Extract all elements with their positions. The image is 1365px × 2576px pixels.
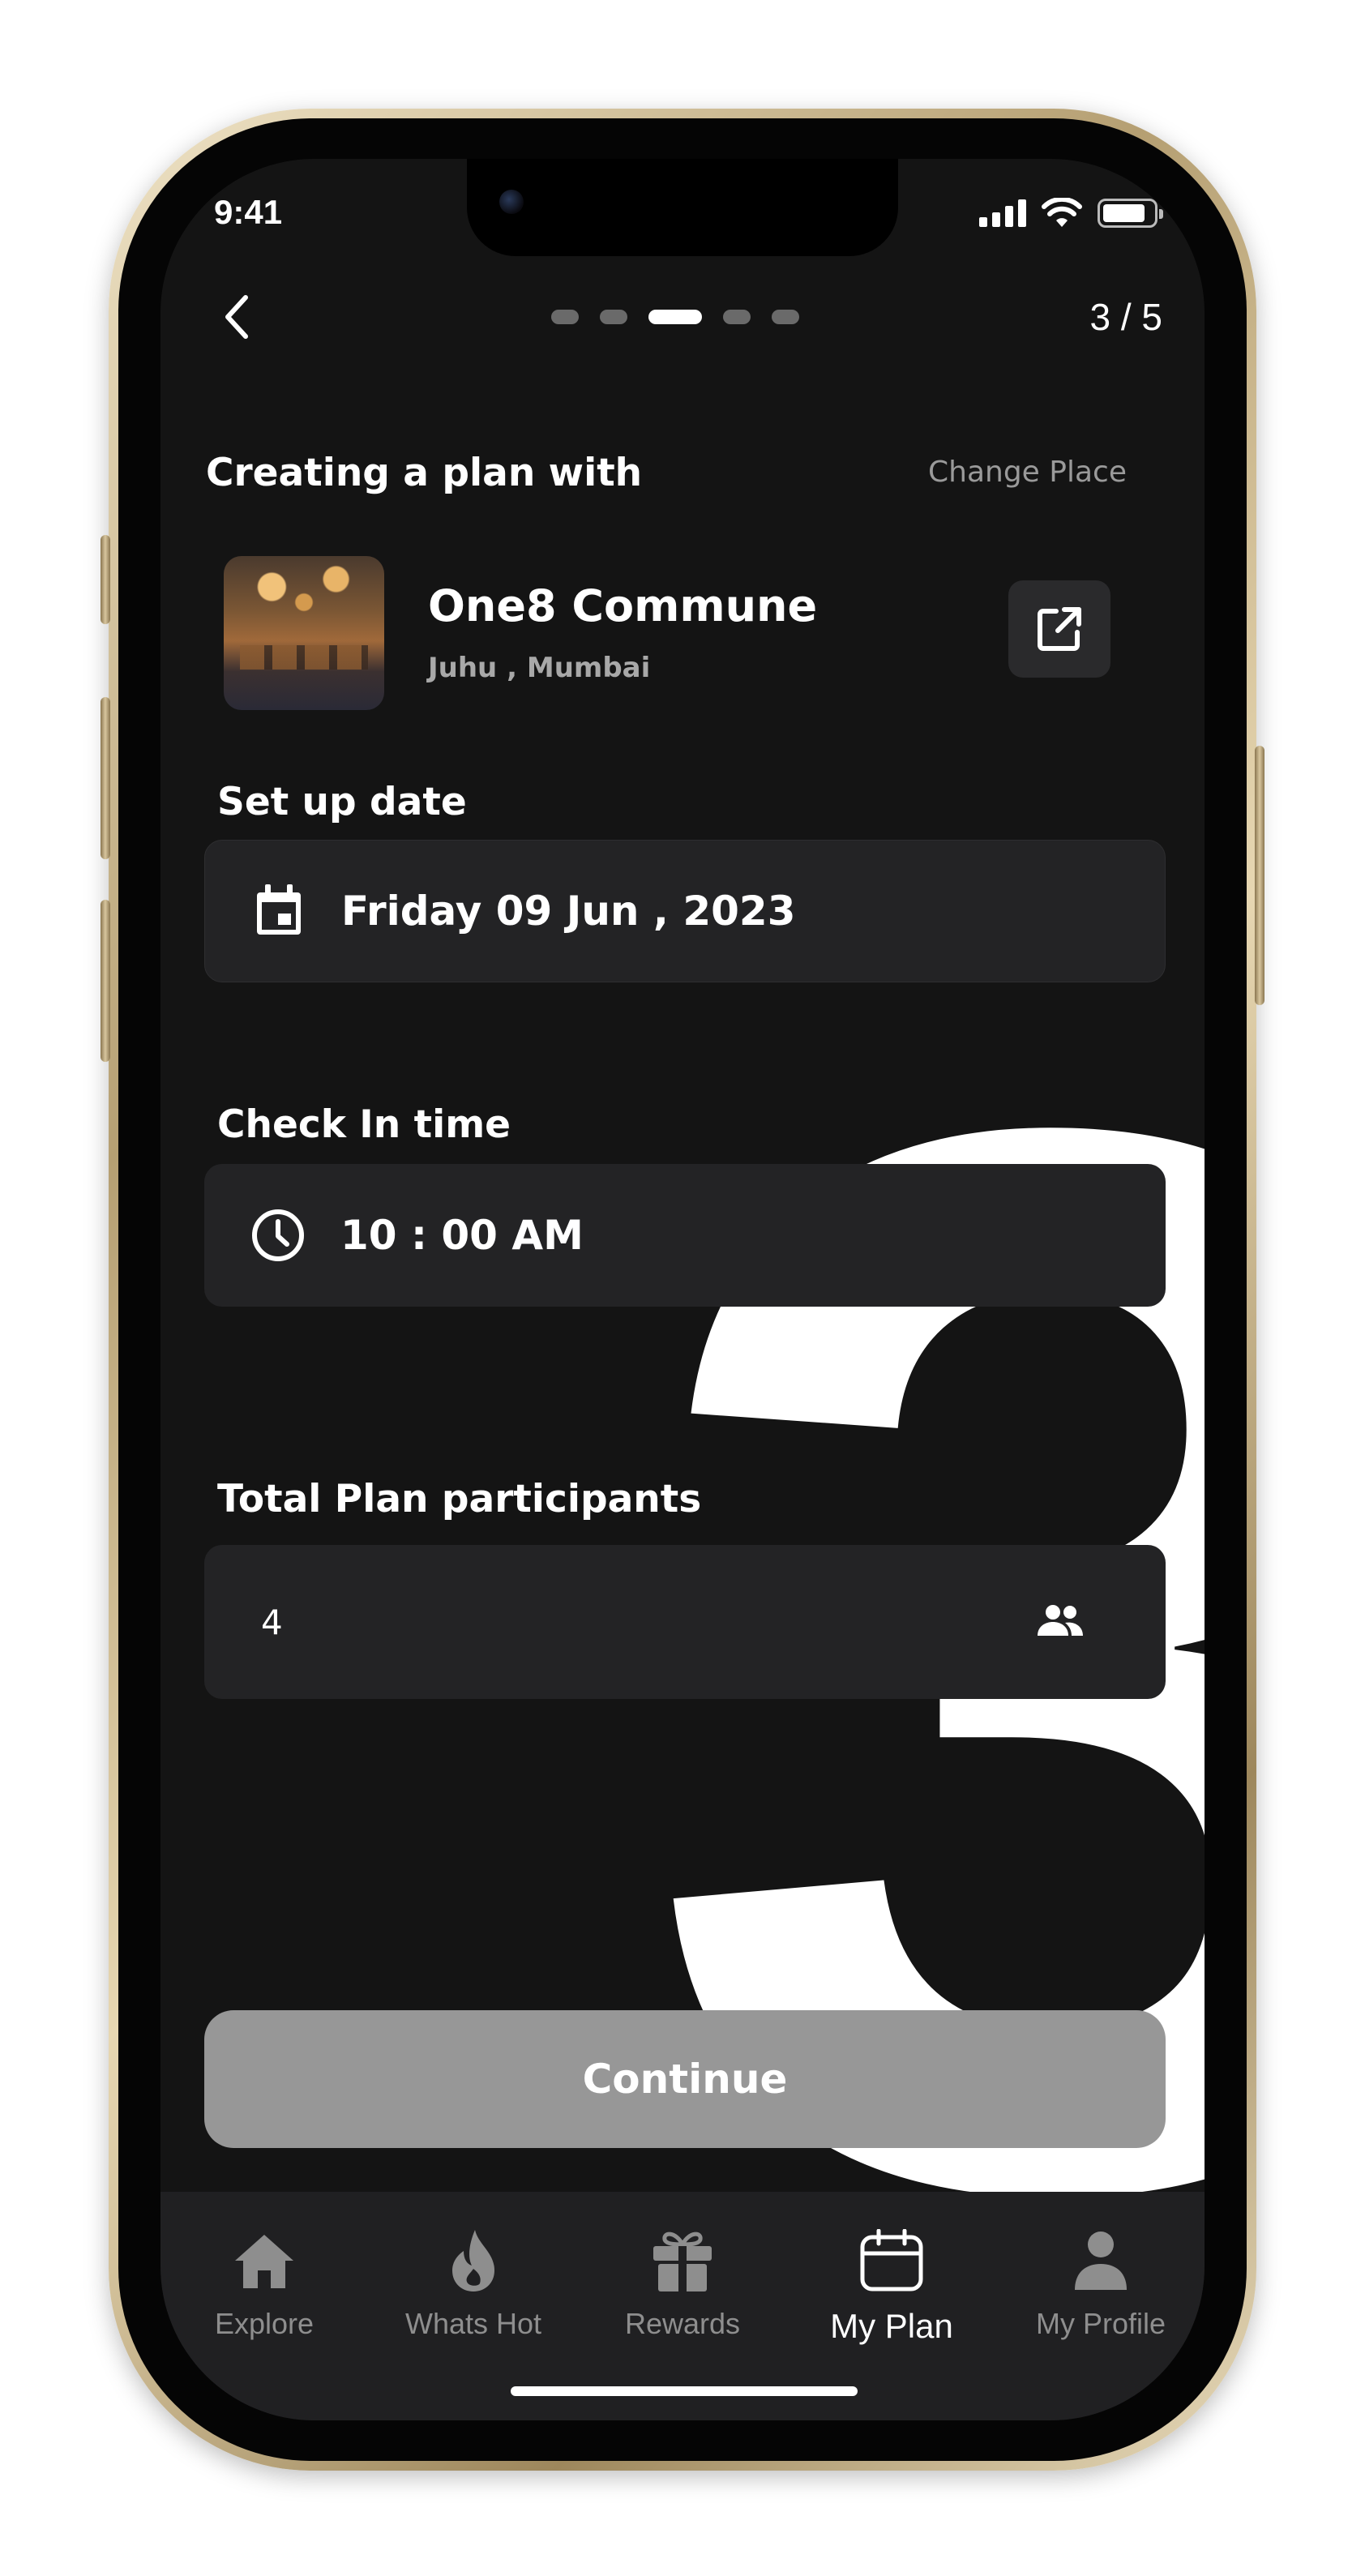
tab-label: Whats Hot	[404, 2307, 542, 2340]
power-button	[1255, 746, 1264, 1005]
tab-my-profile[interactable]: My Profile	[1003, 2224, 1198, 2341]
back-button[interactable]	[209, 289, 266, 345]
calendar-icon	[250, 883, 307, 939]
participants-input[interactable]: 4	[204, 1545, 1166, 1699]
home-indicator	[511, 2386, 858, 2396]
person-icon	[1072, 2224, 1130, 2297]
checkin-time-value: 10 : 00 AM	[340, 1212, 584, 1259]
home-icon	[232, 2224, 297, 2297]
tab-label: My Plan	[830, 2307, 953, 2345]
tab-rewards[interactable]: Rewards	[585, 2224, 780, 2341]
participants-label: Total Plan participants	[217, 1477, 702, 1521]
venue-name: One8 Commune	[428, 580, 818, 631]
volume-up-button	[101, 697, 110, 859]
tab-explore[interactable]: Explore	[167, 2224, 362, 2341]
signal-icon	[979, 199, 1026, 227]
status-icons	[979, 198, 1163, 229]
step-dot-active	[648, 310, 702, 324]
participants-value: 4	[261, 1602, 283, 1642]
step-progress-dots	[551, 310, 799, 324]
venue-thumbnail	[224, 556, 384, 710]
tab-my-plan[interactable]: My Plan	[794, 2224, 989, 2346]
battery-icon	[1098, 199, 1163, 228]
checkin-time-label: Check In time	[217, 1102, 511, 1147]
change-place-link[interactable]: Change Place	[928, 456, 1127, 489]
date-label: Set up date	[217, 780, 467, 824]
external-link-icon	[1038, 607, 1081, 651]
tab-label: My Profile	[1035, 2307, 1166, 2340]
volume-down-button	[101, 900, 110, 1062]
date-field[interactable]: Friday 09 Jun , 2023	[204, 840, 1166, 982]
clock-icon	[250, 1207, 306, 1264]
step-counter: 3 / 5	[1089, 296, 1162, 338]
status-time: 9:41	[214, 193, 283, 231]
group-icon	[1038, 1605, 1083, 1636]
tab-label: Explore	[214, 2307, 315, 2340]
open-venue-button[interactable]	[1008, 580, 1110, 678]
creating-plan-heading: Creating a plan with	[206, 451, 643, 495]
calendar-icon	[859, 2224, 924, 2297]
camera	[499, 190, 524, 214]
step-dot	[551, 310, 579, 324]
silent-switch	[101, 535, 110, 624]
flame-icon	[447, 2224, 499, 2297]
date-value: Friday 09 Jun , 2023	[341, 888, 796, 935]
tab-whats-hot[interactable]: Whats Hot	[376, 2224, 571, 2341]
notch	[467, 159, 898, 256]
gift-icon	[652, 2224, 713, 2297]
chevron-left-icon	[225, 295, 248, 339]
step-dot	[600, 310, 627, 324]
app-screen: 9:41 3 / 5 3 Creating a plan with Change…	[160, 159, 1205, 2420]
step-dot	[723, 310, 751, 324]
tab-label: Rewards	[624, 2307, 741, 2340]
step-dot	[772, 310, 799, 324]
continue-button[interactable]: Continue	[204, 2010, 1166, 2148]
wifi-icon	[1042, 198, 1082, 227]
venue-location: Juhu , Mumbai	[428, 652, 651, 684]
checkin-time-field[interactable]: 10 : 00 AM	[204, 1164, 1166, 1307]
